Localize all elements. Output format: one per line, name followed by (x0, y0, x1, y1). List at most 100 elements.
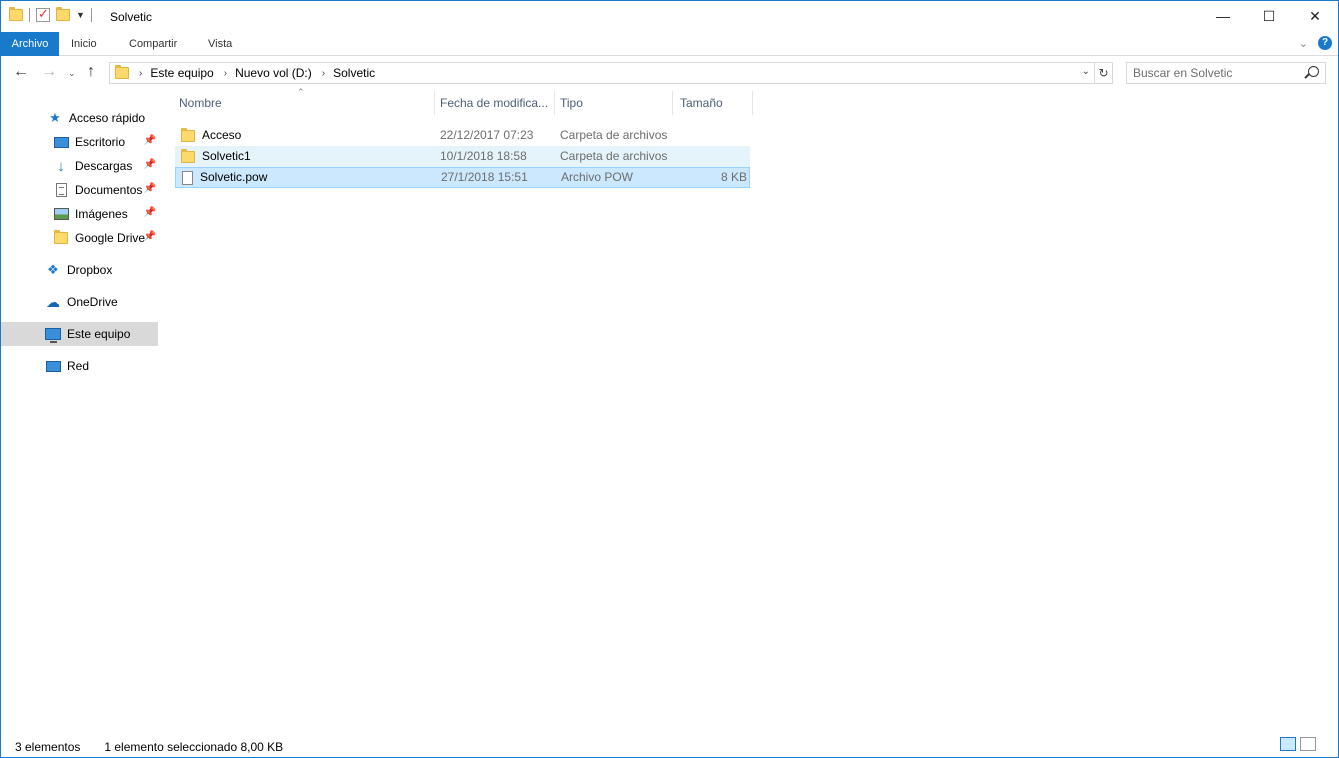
pin-icon[interactable]: 📌 (144, 135, 156, 146)
navigation-bar: ← → ⌄ ↑ › Este equipo › Nuevo vol (D:) ›… (1, 57, 1338, 89)
column-divider[interactable] (434, 91, 435, 115)
sidebar-item-label: Este equipo (67, 327, 131, 341)
file-size (680, 125, 746, 146)
new-folder-icon[interactable] (56, 7, 70, 21)
pin-icon[interactable]: 📌 (144, 183, 156, 194)
sidebar-item-label: Acceso rápido (69, 111, 146, 125)
address-bar[interactable]: › Este equipo › Nuevo vol (D:) › Solveti… (109, 62, 1113, 84)
search-icon[interactable] (1308, 66, 1319, 77)
window-controls: — ☐ ✕ (1200, 1, 1338, 31)
status-bar: 3 elementos 1 elemento seleccionado 8,00… (15, 740, 283, 754)
file-type: Archivo POW (561, 170, 634, 184)
sidebar-item-label: Imágenes (75, 207, 128, 221)
star-icon: ★ (49, 110, 61, 125)
documents-icon (53, 183, 69, 197)
sidebar-item-label: Documentos (75, 183, 143, 197)
address-dropdown-icon[interactable]: ⌄ (1082, 66, 1090, 77)
file-name: Solvetic1 (202, 149, 251, 163)
folder-icon (115, 65, 129, 79)
breadcrumb-separator[interactable]: › (322, 68, 325, 79)
sidebar-item-escritorio[interactable]: Escritorio 📌 (1, 130, 158, 154)
sidebar-item-label: Red (67, 359, 90, 373)
file-icon (182, 170, 193, 185)
file-type: Carpeta de archivos (560, 149, 668, 163)
pictures-icon (53, 207, 69, 221)
details-view-icon[interactable] (1280, 737, 1296, 751)
file-name-cell: Solvetic1 (181, 146, 251, 167)
file-size (680, 146, 746, 167)
customize-toolbar-icon[interactable]: ▼ (76, 10, 85, 20)
window-title: Solvetic (110, 10, 153, 24)
recent-locations-icon[interactable]: ⌄ (68, 68, 76, 79)
large-icons-view-icon[interactable] (1300, 737, 1316, 751)
column-divider[interactable] (672, 91, 673, 115)
column-header-tipo[interactable]: Tipo (556, 89, 672, 117)
sidebar-item-acceso-rapido[interactable]: ★ Acceso rápido (1, 106, 158, 130)
navigation-pane: ★ Acceso rápido Escritorio 📌 ↓ Descargas… (1, 97, 158, 378)
breadcrumb-separator[interactable]: › (224, 68, 227, 79)
breadcrumb-separator[interactable]: › (139, 68, 142, 79)
quick-access-toolbar: ▼ (9, 6, 92, 22)
search-input[interactable] (1127, 63, 1297, 83)
sidebar-item-este-equipo[interactable]: Este equipo (1, 322, 158, 346)
breadcrumb-nuevo-vol[interactable]: Nuevo vol (D:) (235, 66, 312, 80)
tab-inicio[interactable]: Inicio (63, 32, 105, 56)
expand-ribbon-icon[interactable]: ⌄ (1299, 37, 1308, 50)
file-rows: Acceso 22/12/2017 07:23 Carpeta de archi… (175, 125, 1335, 188)
column-divider[interactable] (752, 91, 753, 115)
sidebar-item-google-drive[interactable]: Google Drive 📌 (1, 226, 158, 250)
file-name-cell: Acceso (181, 125, 241, 146)
column-header-fecha[interactable]: Fecha de modifica... (436, 89, 554, 117)
pin-icon[interactable]: 📌 (144, 231, 156, 242)
network-icon (45, 359, 61, 373)
column-header-tamano[interactable]: Tamaño (676, 89, 750, 117)
breadcrumb-este-equipo[interactable]: Este equipo (150, 66, 213, 80)
sidebar-item-imagenes[interactable]: Imágenes 📌 (1, 202, 158, 226)
column-header-nombre[interactable]: Nombre (175, 89, 433, 117)
column-divider[interactable] (554, 91, 555, 115)
file-size: 8 KB (720, 170, 747, 184)
file-name: Acceso (202, 128, 242, 142)
folder-icon (9, 7, 23, 21)
file-date: 22/12/2017 07:23 (440, 128, 534, 142)
toolbar-separator (29, 8, 30, 22)
sidebar-item-label: Dropbox (67, 263, 113, 277)
help-icon[interactable]: ? (1318, 36, 1332, 50)
tab-compartir[interactable]: Compartir (121, 32, 185, 56)
sidebar-item-documentos[interactable]: Documentos 📌 (1, 178, 158, 202)
sidebar-item-onedrive[interactable]: ☁ OneDrive (1, 290, 158, 314)
sidebar-item-dropbox[interactable]: ❖ Dropbox (1, 258, 158, 282)
properties-icon[interactable] (36, 6, 50, 22)
file-name: Solvetic.pow (200, 170, 268, 184)
folder-icon (181, 148, 195, 163)
folder-icon (53, 230, 69, 245)
maximize-button[interactable]: ☐ (1246, 1, 1292, 31)
close-button[interactable]: ✕ (1292, 1, 1338, 31)
sidebar-item-label: OneDrive (67, 295, 118, 309)
sidebar-item-red[interactable]: Red (1, 354, 158, 378)
folder-icon (181, 127, 195, 142)
refresh-icon[interactable]: ↻ (1094, 63, 1112, 83)
breadcrumb-solvetic[interactable]: Solvetic (333, 66, 375, 80)
forward-arrow-icon[interactable]: → (41, 63, 57, 81)
this-pc-icon (45, 327, 61, 343)
desktop-icon (53, 135, 69, 149)
title-bar: ▼ Solvetic — ☐ ✕ (1, 1, 1338, 32)
ribbon-controls: ⌄ ? (1299, 36, 1332, 50)
search-box[interactable] (1126, 62, 1326, 84)
download-icon: ↓ (57, 157, 65, 175)
file-row[interactable]: Solvetic1 10/1/2018 18:58 Carpeta de arc… (175, 146, 750, 167)
up-arrow-icon[interactable]: ↑ (87, 63, 95, 81)
tab-vista[interactable]: Vista (200, 32, 240, 56)
sidebar-item-descargas[interactable]: ↓ Descargas 📌 (1, 154, 158, 178)
selection-info: 1 elemento seleccionado 8,00 KB (104, 740, 284, 754)
sidebar-item-label: Escritorio (75, 135, 126, 149)
back-arrow-icon[interactable]: ← (13, 63, 29, 81)
minimize-button[interactable]: — (1200, 1, 1246, 31)
tab-archivo[interactable]: Archivo (1, 32, 59, 56)
file-row[interactable]: Acceso 22/12/2017 07:23 Carpeta de archi… (175, 125, 750, 146)
pin-icon[interactable]: 📌 (144, 207, 156, 218)
file-list: ⌃ Nombre Fecha de modifica... Tipo Tamañ… (175, 87, 1335, 188)
pin-icon[interactable]: 📌 (144, 159, 156, 170)
file-row[interactable]: Solvetic.pow 27/1/2018 15:51 Archivo POW… (175, 167, 750, 188)
